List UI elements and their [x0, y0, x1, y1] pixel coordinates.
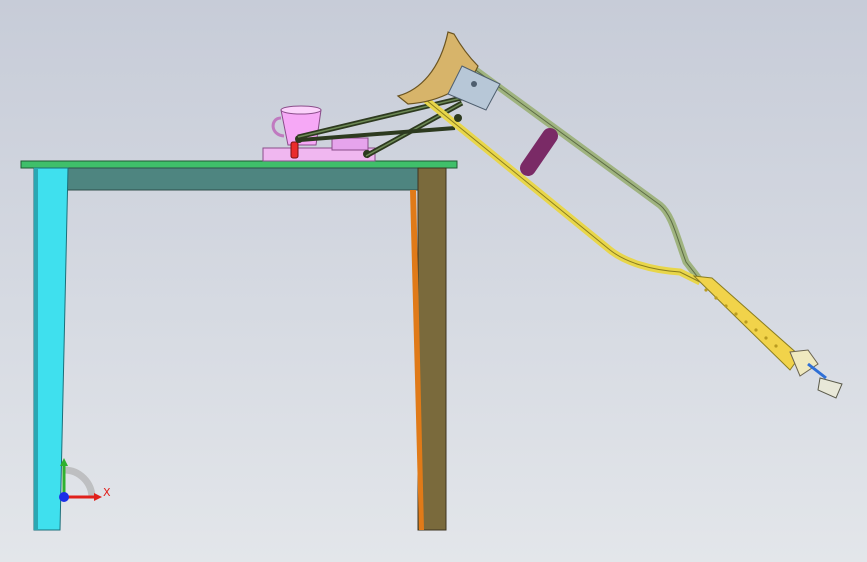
table-apron[interactable]	[66, 167, 420, 191]
crutch-rail-outer[interactable]	[459, 57, 703, 283]
crutch-rail-inner-edge	[419, 94, 701, 283]
crutch-rail-outer-edge	[461, 59, 701, 281]
crutch-tip-rod	[807, 362, 827, 380]
crutch-top-bolt-2	[454, 114, 462, 122]
crutch-rail-inner[interactable]	[417, 92, 702, 286]
triad-z-axis	[59, 492, 69, 502]
crutch-assembly[interactable]	[396, 31, 843, 399]
triad-arc	[63, 466, 96, 499]
device-red-lever[interactable]	[290, 141, 299, 159]
triad-x-arrowhead	[94, 493, 102, 501]
device-cup-rim	[280, 105, 322, 115]
coordinate-triad: X	[59, 458, 111, 502]
table-leg-left-shadow	[34, 168, 38, 530]
linkage-assembly[interactable]	[297, 93, 471, 159]
crutch-ferrule-clamp[interactable]	[789, 349, 819, 377]
cad-viewport[interactable]: X	[0, 0, 867, 562]
crutch-rubber-tip[interactable]	[817, 377, 843, 399]
cad-scene: X	[20, 31, 843, 531]
crutch-top-bolt	[471, 81, 477, 87]
table-top[interactable]	[20, 160, 458, 169]
table-assembly[interactable]	[20, 160, 458, 531]
device-cup-handle	[271, 116, 285, 138]
device-clamp[interactable]	[331, 137, 369, 151]
crutch-hand-grip[interactable]	[520, 128, 558, 176]
triad-x-label: X	[103, 486, 111, 499]
